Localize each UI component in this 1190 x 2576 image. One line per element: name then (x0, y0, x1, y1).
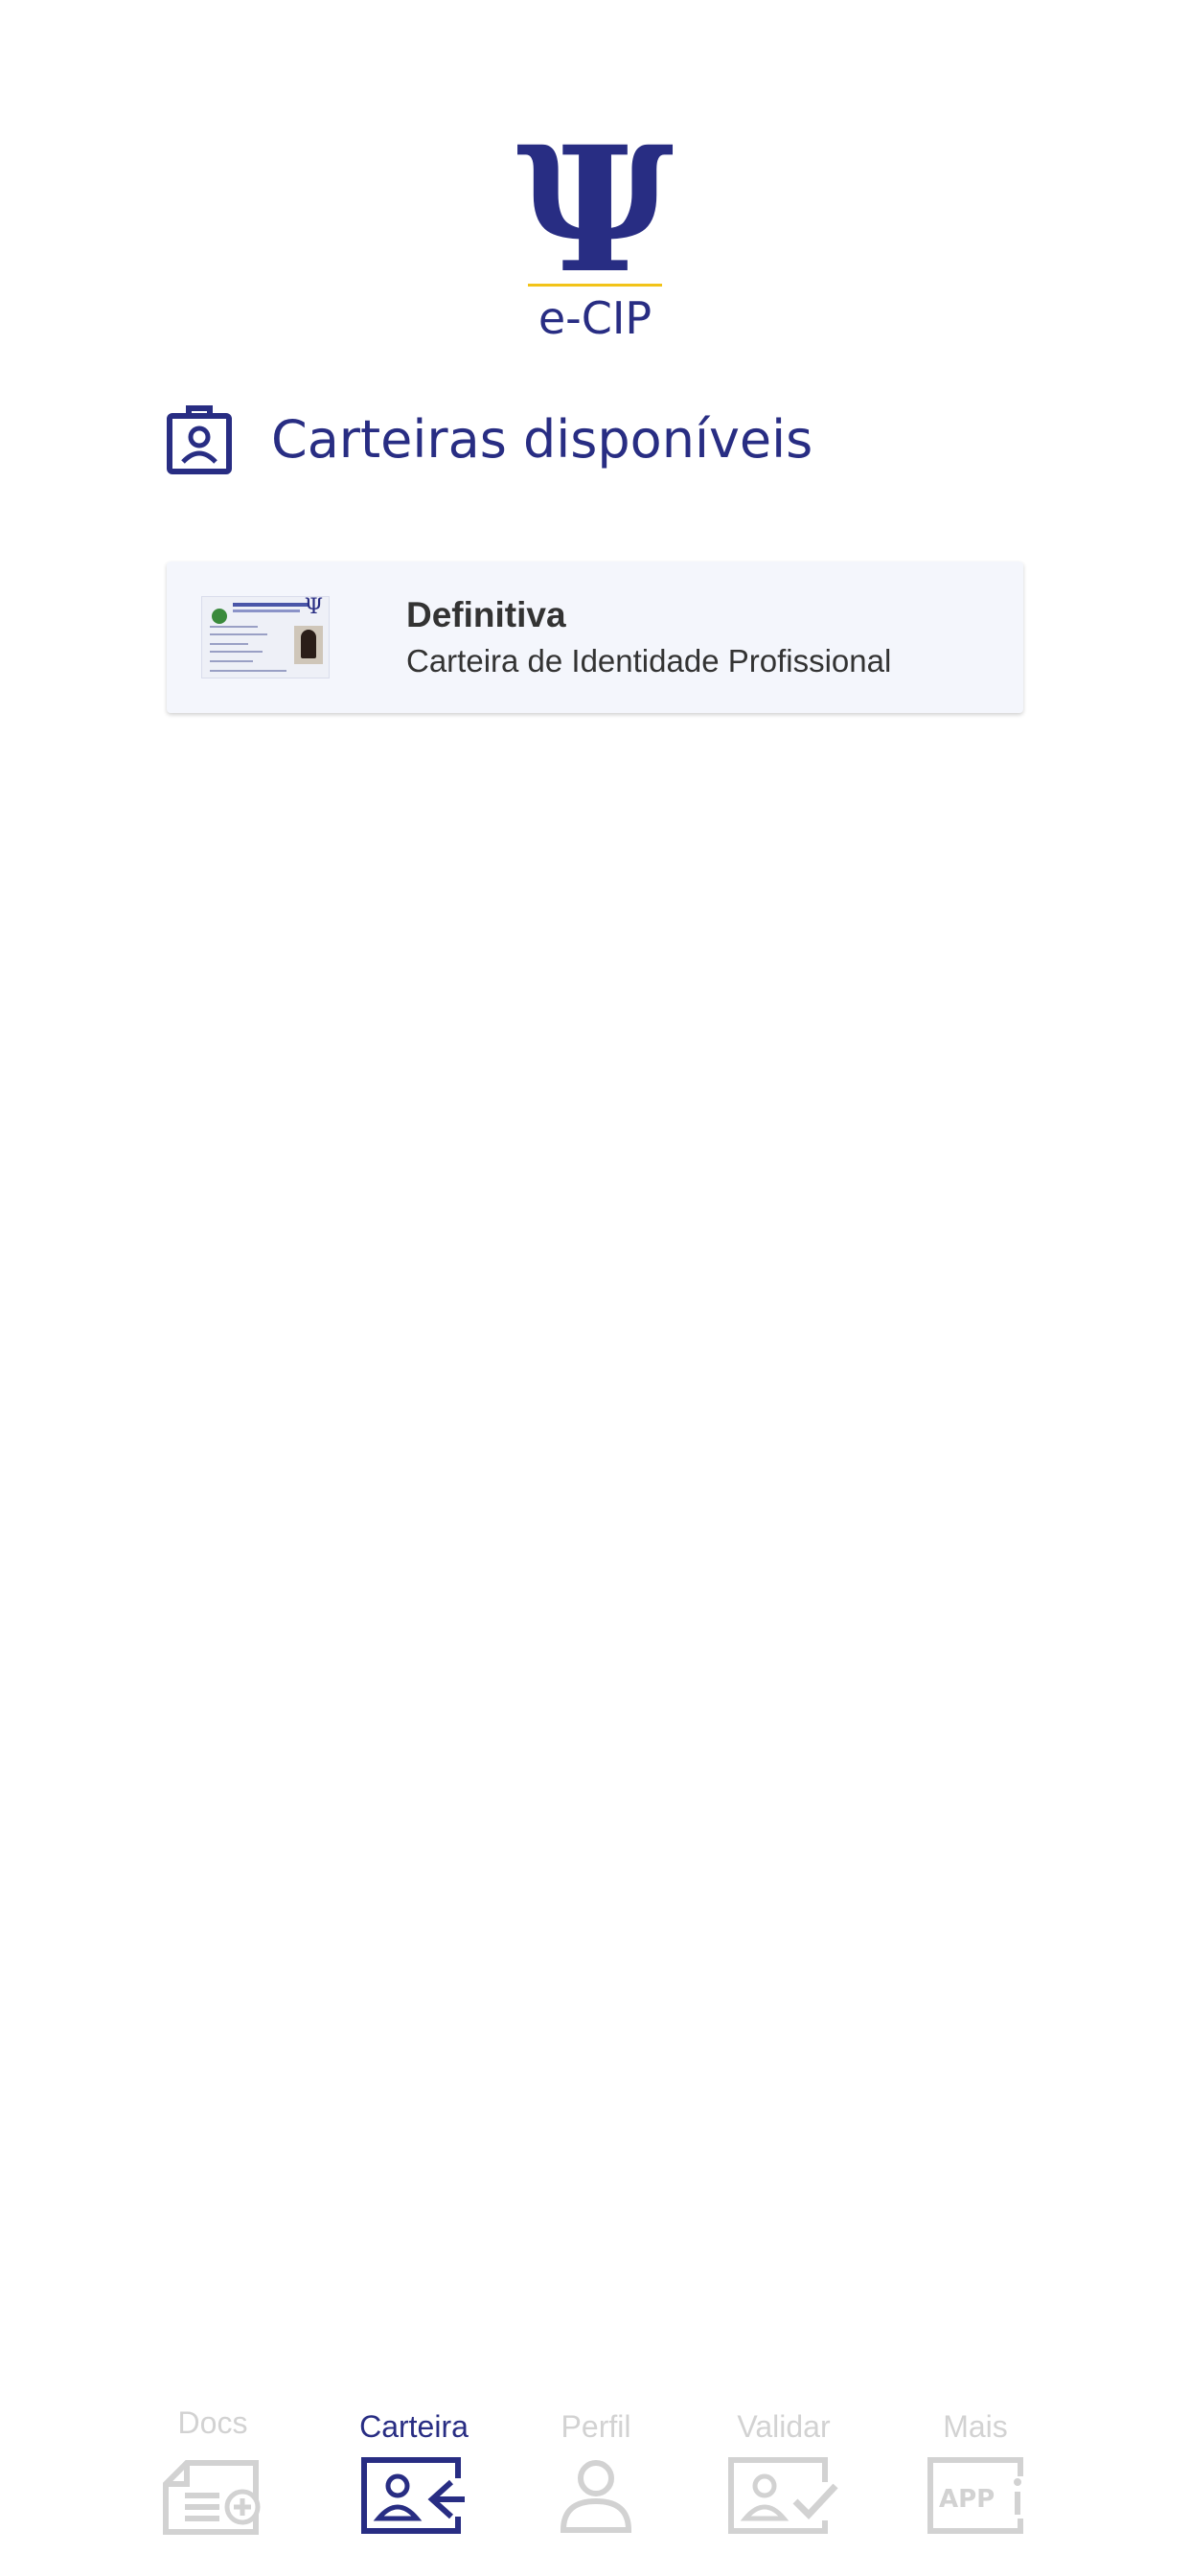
person-icon (560, 2460, 632, 2533)
id-check-icon (728, 2457, 839, 2534)
psi-logo-icon: Ψ (515, 109, 675, 311)
document-add-icon (163, 2460, 261, 2535)
card-text: Definitiva Carteira de Identidade Profis… (406, 595, 891, 679)
tab-label: Validar (737, 2409, 831, 2444)
tab-label: Perfil (561, 2409, 631, 2444)
tab-carteira[interactable]: Carteira (337, 2405, 491, 2534)
app-info-icon: APP (927, 2457, 1023, 2534)
section-header: Carteiras disponíveis (166, 402, 812, 475)
page-title: Carteiras disponíveis (271, 408, 813, 470)
wallet-card-definitiva[interactable]: Ψ Definitiva Carteira de Identidade Prof… (167, 562, 1023, 713)
tab-perfil[interactable]: Perfil (519, 2405, 673, 2534)
tab-validar[interactable]: Validar (707, 2405, 860, 2534)
card-subtitle: Carteira de Identidade Profissional (406, 643, 892, 678)
bottom-tab-bar: Docs Carteira Perfil Validar Mais APP (0, 2405, 1190, 2576)
tab-label: Carteira (359, 2409, 469, 2444)
tab-mais[interactable]: Mais APP (899, 2405, 1052, 2534)
tab-label: Docs (177, 2405, 248, 2440)
card-title: Definitiva (406, 595, 566, 634)
id-card-person-icon (361, 2457, 467, 2534)
app-logo: Ψ e-CIP (0, 109, 1190, 345)
svg-text:APP: APP (939, 2485, 995, 2514)
id-badge-icon (167, 405, 232, 474)
tab-label: Mais (943, 2409, 1008, 2444)
logo-text: e-CIP (538, 292, 652, 344)
id-card-thumbnail: Ψ (201, 596, 330, 678)
tab-docs[interactable]: Docs (136, 2405, 289, 2538)
